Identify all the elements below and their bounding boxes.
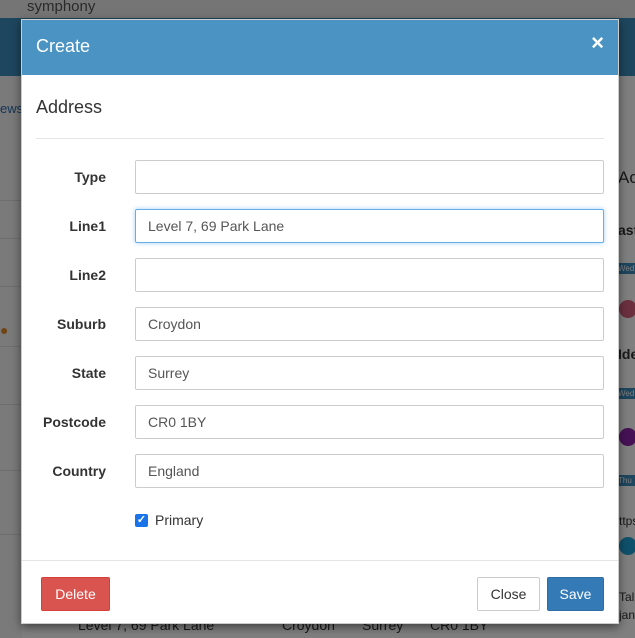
postcode-label: Postcode [42, 414, 106, 430]
line2-label: Line2 [69, 267, 106, 283]
create-address-modal: Create × Address Type Line1 Line2 Suburb… [21, 19, 619, 624]
close-icon[interactable]: × [591, 32, 604, 54]
state-input[interactable] [135, 356, 604, 390]
line1-input[interactable] [135, 209, 604, 243]
country-input[interactable] [135, 454, 604, 488]
suburb-input[interactable] [135, 307, 604, 341]
modal-title: Create [36, 36, 91, 56]
primary-label: Primary [155, 512, 204, 528]
state-label: State [71, 365, 106, 381]
line2-input[interactable] [135, 258, 604, 292]
primary-checkbox[interactable]: ✓ [135, 513, 148, 527]
modal-header: Create × [22, 20, 618, 75]
save-button[interactable]: Save [547, 577, 604, 611]
form-row-state: State [22, 356, 618, 390]
form-row-country: Country [22, 454, 618, 488]
type-label: Type [74, 169, 106, 185]
form-row-line1: Line1 [22, 209, 618, 243]
type-input[interactable] [135, 160, 604, 194]
check-icon: ✓ [136, 513, 147, 526]
country-label: Country [52, 463, 106, 479]
delete-button[interactable]: Delete [41, 577, 110, 611]
line1-label: Line1 [69, 218, 106, 234]
section-title: Address [36, 97, 103, 117]
form-row-line2: Line2 [22, 258, 618, 292]
form-row-suburb: Suburb [22, 307, 618, 341]
suburb-label: Suburb [57, 316, 106, 332]
modal-footer: Delete Close Save [22, 560, 618, 623]
close-button[interactable]: Close [477, 577, 540, 611]
primary-checkbox-row[interactable]: ✓ Primary [135, 510, 203, 530]
form-row-postcode: Postcode [22, 405, 618, 439]
modal-body: Address Type Line1 Line2 Suburb State Po… [22, 75, 618, 560]
form-row-type: Type [22, 160, 618, 194]
postcode-input[interactable] [135, 405, 604, 439]
divider [36, 138, 604, 139]
